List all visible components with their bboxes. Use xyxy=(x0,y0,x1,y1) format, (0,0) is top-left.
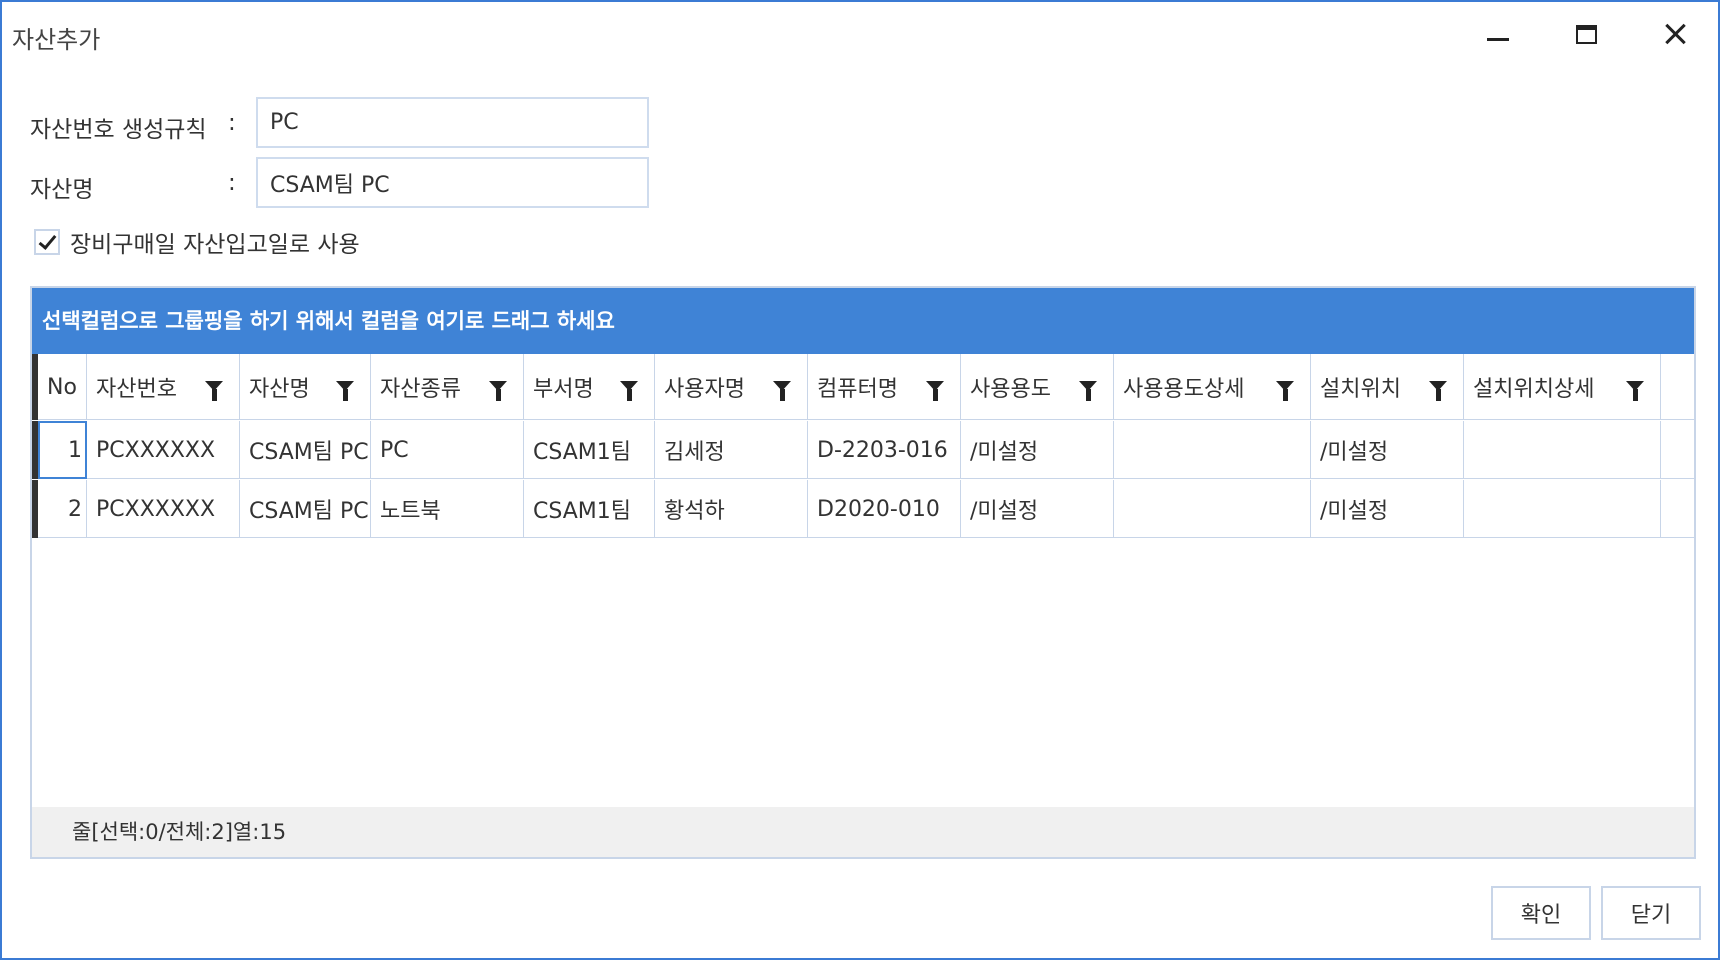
column-header-label: 사용용도상세 xyxy=(1123,377,1245,402)
column-header-label: 자산번호 xyxy=(96,377,177,402)
asset-number-rule-input[interactable] xyxy=(256,97,649,148)
column-header-label: 사용자명 xyxy=(664,377,745,402)
column-header-asset-type[interactable]: 자산종류 xyxy=(371,354,524,420)
table-cell[interactable]: D2020-010 xyxy=(808,480,961,538)
checkmark-icon xyxy=(38,230,56,250)
column-header-label: 설치위치상세 xyxy=(1473,377,1595,402)
maximize-icon xyxy=(1575,24,1597,44)
column-header-computer-name[interactable]: 컴퓨터명 xyxy=(808,354,961,420)
asset-number-rule-label: 자산번호 생성규칙 xyxy=(30,117,207,143)
filter-icon[interactable] xyxy=(926,381,944,401)
column-header-user-name[interactable]: 사용자명 xyxy=(655,354,808,420)
table-cell[interactable] xyxy=(1114,480,1311,538)
table-cell[interactable]: 2 xyxy=(38,480,87,538)
table-row[interactable]: 2 PCXXXXXX CSAM팀 PC 노트북 CSAM1팀 황석하 D2020… xyxy=(32,480,1694,538)
column-header-asset-number[interactable]: 자산번호 xyxy=(87,354,240,420)
column-header-label: 자산명 xyxy=(249,377,310,402)
table-cell[interactable]: /미설정 xyxy=(1311,421,1464,479)
filter-icon[interactable] xyxy=(773,381,791,401)
asset-name-input[interactable] xyxy=(256,157,649,208)
asset-number-rule-colon: : xyxy=(228,110,236,136)
asset-add-dialog: 자산추가 자산번호 생성규칙 : 자산명 : 장비구매일 자산입고일로 사용 선… xyxy=(0,0,1720,960)
filter-icon[interactable] xyxy=(336,381,354,401)
filter-icon[interactable] xyxy=(1276,381,1294,401)
group-by-panel[interactable]: 선택컬럼으로 그룹핑을 하기 위해서 컬럼을 여기로 드래그 하세요 xyxy=(32,288,1694,354)
maximize-button[interactable] xyxy=(1556,10,1616,58)
table-cell[interactable]: CSAM팀 PC xyxy=(240,480,371,538)
grid-status-bar: 줄[선택:0/전체:2]열:15 xyxy=(32,807,1694,857)
table-cell[interactable]: PC xyxy=(371,421,524,479)
minimize-button[interactable] xyxy=(1468,10,1528,58)
table-cell[interactable]: PCXXXXXX xyxy=(87,421,240,479)
table-cell[interactable]: D-2203-016 xyxy=(808,421,961,479)
table-cell[interactable]: CSAM1팀 xyxy=(524,480,655,538)
table-cell[interactable]: CSAM1팀 xyxy=(524,421,655,479)
window-title: 자산추가 xyxy=(12,26,101,54)
column-header-label: 부서명 xyxy=(533,377,594,402)
purchase-date-checkbox[interactable] xyxy=(34,229,60,255)
column-header-no[interactable]: No xyxy=(38,354,87,420)
filter-icon[interactable] xyxy=(489,381,507,401)
close-button[interactable]: 닫기 xyxy=(1601,886,1701,940)
column-header-label: 컴퓨터명 xyxy=(817,377,898,402)
table-cell[interactable]: PCXXXXXX xyxy=(87,480,240,538)
column-header-usage[interactable]: 사용용도 xyxy=(961,354,1114,420)
purchase-date-option: 장비구매일 자산입고일로 사용 xyxy=(34,226,360,258)
column-header-label: 사용용도 xyxy=(970,377,1051,402)
grid-header-row: No 자산번호 자산명 자산종류 부서명 사용자명 컴퓨터명 사용용도 사용용도… xyxy=(32,354,1694,420)
table-cell[interactable]: 1 xyxy=(38,421,87,479)
asset-name-label: 자산명 xyxy=(30,177,94,203)
confirm-button[interactable]: 확인 xyxy=(1491,886,1591,940)
close-icon xyxy=(1666,24,1686,44)
filter-icon[interactable] xyxy=(1626,381,1644,401)
table-cell[interactable]: /미설정 xyxy=(961,480,1114,538)
asset-name-colon: : xyxy=(228,170,236,196)
filter-icon[interactable] xyxy=(205,381,223,401)
table-cell[interactable]: /미설정 xyxy=(961,421,1114,479)
table-row[interactable]: 1 PCXXXXXX CSAM팀 PC PC CSAM1팀 김세정 D-2203… xyxy=(32,421,1694,479)
filter-icon[interactable] xyxy=(1079,381,1097,401)
column-header-label: No xyxy=(47,374,77,400)
table-cell[interactable]: 노트북 xyxy=(371,480,524,538)
table-cell[interactable] xyxy=(1464,421,1661,479)
table-cell[interactable]: CSAM팀 PC xyxy=(240,421,371,479)
table-cell[interactable]: /미설정 xyxy=(1311,480,1464,538)
column-header-location[interactable]: 설치위치 xyxy=(1311,354,1464,420)
column-header-asset-name[interactable]: 자산명 xyxy=(240,354,371,420)
filter-icon[interactable] xyxy=(620,381,638,401)
minimize-icon xyxy=(1487,37,1509,41)
column-header-label: 설치위치 xyxy=(1320,377,1401,402)
asset-grid: 선택컬럼으로 그룹핑을 하기 위해서 컬럼을 여기로 드래그 하세요 No 자산… xyxy=(30,286,1696,859)
purchase-date-checkbox-label[interactable]: 장비구매일 자산입고일로 사용 xyxy=(70,225,360,259)
filter-icon[interactable] xyxy=(1429,381,1447,401)
table-cell[interactable] xyxy=(1464,480,1661,538)
table-cell[interactable] xyxy=(1114,421,1311,479)
column-header-department[interactable]: 부서명 xyxy=(524,354,655,420)
table-cell[interactable]: 김세정 xyxy=(655,421,808,479)
table-cell[interactable]: 황석하 xyxy=(655,480,808,538)
column-header-location-detail[interactable]: 설치위치상세 xyxy=(1464,354,1661,420)
title-bar: 자산추가 xyxy=(2,2,1718,66)
close-window-button[interactable] xyxy=(1646,10,1706,58)
column-header-usage-detail[interactable]: 사용용도상세 xyxy=(1114,354,1311,420)
column-header-label: 자산종류 xyxy=(380,377,461,402)
